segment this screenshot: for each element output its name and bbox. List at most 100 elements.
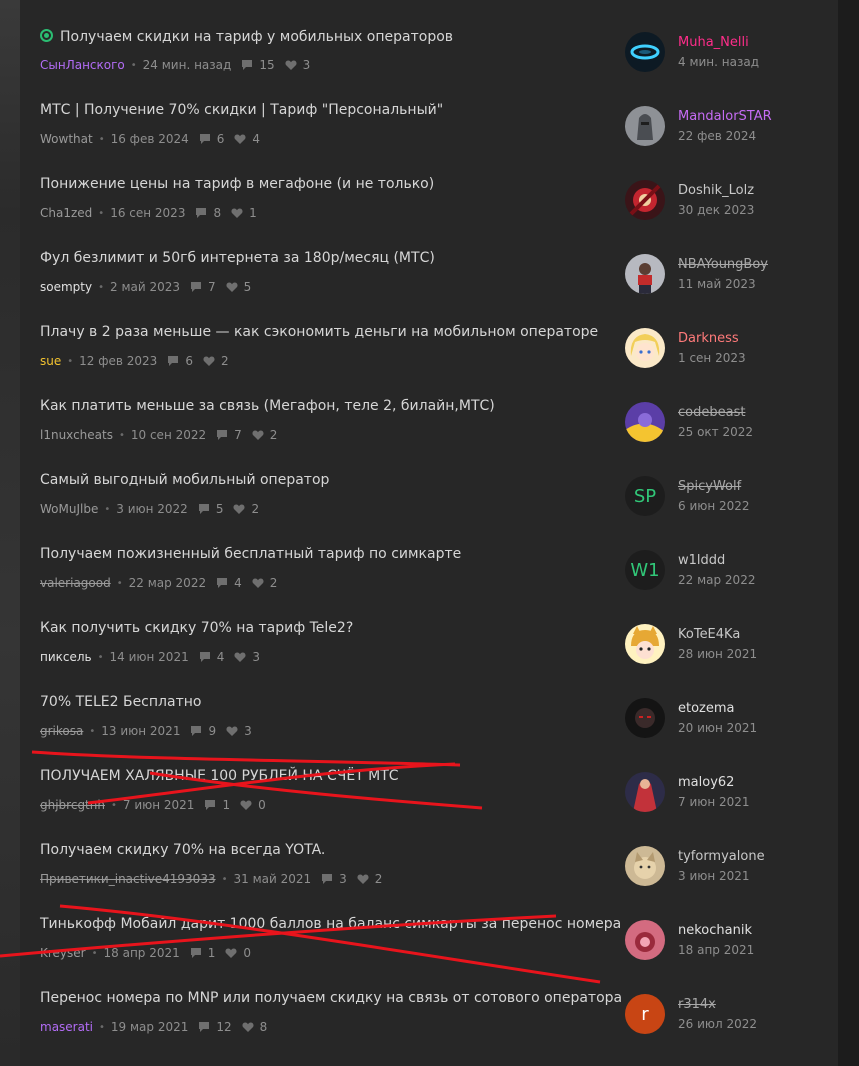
thread-date[interactable]: 7 июн 2021 xyxy=(123,798,195,812)
thread-author[interactable]: sue xyxy=(40,354,61,368)
thread-row[interactable]: ПОЛУЧАЕМ ХАЛЯВНЫЕ 100 РУБЛЕЙ НА СЧЁТ МТС… xyxy=(20,740,838,814)
last-poster-avatar[interactable]: SP xyxy=(625,476,665,516)
last-poster-avatar[interactable] xyxy=(625,180,665,220)
last-poster-avatar[interactable] xyxy=(625,772,665,812)
thread-title-text[interactable]: Тинькофф Мобайл дарит 1000 баллов на бал… xyxy=(40,916,621,932)
thread-row[interactable]: МТС | Получение 70% скидки | Тариф "Перс… xyxy=(20,74,838,148)
thread-row[interactable]: Получаем пожизненный бесплатный тариф по… xyxy=(20,518,838,592)
thread-title-text[interactable]: ПОЛУЧАЕМ ХАЛЯВНЫЕ 100 РУБЛЕЙ НА СЧЁТ МТС xyxy=(40,768,399,784)
thread-date[interactable]: 12 фев 2023 xyxy=(79,354,157,368)
last-poster-name[interactable]: Doshik_Lolz xyxy=(678,183,754,198)
thread-row[interactable]: Самый выгодный мобильный оператор WoMuJlb… xyxy=(20,444,838,518)
last-poster-avatar[interactable] xyxy=(625,32,665,72)
thread-title-text[interactable]: Плачу в 2 раза меньше — как сэкономить д… xyxy=(40,324,598,340)
thread-title[interactable]: Перенос номера по MNP или получаем скидк… xyxy=(40,990,622,1006)
last-post-date[interactable]: 6 июн 2022 xyxy=(678,499,750,513)
thread-author[interactable]: soempty xyxy=(40,280,92,294)
last-post-date[interactable]: 20 июн 2021 xyxy=(678,721,757,735)
last-post-date[interactable]: 3 июн 2021 xyxy=(678,869,750,883)
thread-title[interactable]: Как платить меньше за связь (Мегафон, те… xyxy=(40,398,495,414)
last-poster-avatar[interactable] xyxy=(625,328,665,368)
thread-author[interactable]: valeriagood xyxy=(40,576,111,590)
last-poster-avatar[interactable] xyxy=(625,920,665,960)
thread-date[interactable]: 2 май 2023 xyxy=(110,280,180,294)
thread-row[interactable]: Как платить меньше за связь (Мегафон, те… xyxy=(20,370,838,444)
thread-row[interactable]: 70% TELE2 Бесплатно grikosa • 13 июн 2021 9 3… xyxy=(20,666,838,740)
thread-title-text[interactable]: Перенос номера по MNP или получаем скидк… xyxy=(40,990,622,1006)
thread-title-text[interactable]: Самый выгодный мобильный оператор xyxy=(40,472,329,488)
thread-author[interactable]: l1nuxcheats xyxy=(40,428,113,442)
last-poster-name[interactable]: tyformyalone xyxy=(678,849,765,864)
last-poster-name[interactable]: NBAYoungBoy xyxy=(678,257,768,272)
last-poster-name[interactable]: nekochanik xyxy=(678,923,752,938)
thread-date[interactable]: 13 июн 2021 xyxy=(101,724,180,738)
last-post-date[interactable]: 22 мар 2022 xyxy=(678,573,755,587)
thread-author[interactable]: СынЛанского xyxy=(40,58,125,72)
last-post-date[interactable]: 1 сен 2023 xyxy=(678,351,746,365)
last-poster-name[interactable]: w1lddd xyxy=(678,553,725,568)
thread-title[interactable]: Получаем пожизненный бесплатный тариф по… xyxy=(40,546,461,562)
last-post-date[interactable]: 30 дек 2023 xyxy=(678,203,754,217)
last-poster-avatar[interactable] xyxy=(625,254,665,294)
thread-title[interactable]: Фул безлимит и 50гб интернета за 180р/ме… xyxy=(40,250,435,266)
last-post-date[interactable]: 26 июл 2022 xyxy=(678,1017,757,1031)
thread-author[interactable]: Cha1zed xyxy=(40,206,92,220)
thread-title-text[interactable]: Фул безлимит и 50гб интернета за 180р/ме… xyxy=(40,250,435,266)
last-poster-name[interactable]: etozema xyxy=(678,701,735,716)
last-poster-name[interactable]: codebeast xyxy=(678,405,745,420)
thread-date[interactable]: 22 мар 2022 xyxy=(129,576,206,590)
thread-title-text[interactable]: Получаем пожизненный бесплатный тариф по… xyxy=(40,546,461,562)
thread-author[interactable]: maserati xyxy=(40,1020,93,1034)
thread-title[interactable]: Самый выгодный мобильный оператор xyxy=(40,472,329,488)
last-poster-avatar[interactable]: W1 xyxy=(625,550,665,590)
thread-title-text[interactable]: Понижение цены на тариф в мегафоне (и не… xyxy=(40,176,434,192)
thread-row[interactable]: Перенос номера по MNP или получаем скидк… xyxy=(20,962,838,1036)
last-poster-avatar[interactable] xyxy=(625,106,665,146)
thread-author[interactable]: WoMuJlbe xyxy=(40,502,98,516)
thread-author[interactable]: ghjbrcgtnh xyxy=(40,798,105,812)
last-poster-name[interactable]: MandalorSTAR xyxy=(678,109,772,124)
thread-title-text[interactable]: МТС | Получение 70% скидки | Тариф "Перс… xyxy=(40,102,443,118)
thread-author[interactable]: grikosa xyxy=(40,724,83,738)
last-post-date[interactable]: 22 фев 2024 xyxy=(678,129,756,143)
thread-title[interactable]: Получаем скидку 70% на всегда YOTA. xyxy=(40,842,325,858)
thread-date[interactable]: 16 сен 2023 xyxy=(110,206,185,220)
thread-title-text[interactable]: Получаем скидки на тариф у мобильных опе… xyxy=(60,29,453,45)
last-poster-name[interactable]: SpicyWolf xyxy=(678,479,741,494)
thread-title[interactable]: Понижение цены на тариф в мегафоне (и не… xyxy=(40,176,434,192)
thread-row[interactable]: Фул безлимит и 50гб интернета за 180р/ме… xyxy=(20,222,838,296)
last-poster-name[interactable]: KoTeE4Ka xyxy=(678,627,740,642)
thread-date[interactable]: 3 июн 2022 xyxy=(116,502,188,516)
last-post-date[interactable]: 25 окт 2022 xyxy=(678,425,753,439)
last-poster-avatar[interactable] xyxy=(625,698,665,738)
thread-title[interactable]: Плачу в 2 раза меньше — как сэкономить д… xyxy=(40,324,598,340)
thread-title-text[interactable]: 70% TELE2 Бесплатно xyxy=(40,694,201,710)
thread-date[interactable]: 24 мин. назад xyxy=(143,58,232,72)
thread-title-text[interactable]: Как получить скидку 70% на тариф Tele2? xyxy=(40,620,353,636)
last-poster-name[interactable]: Muha_Nelli xyxy=(678,35,749,50)
thread-author[interactable]: пиксель xyxy=(40,650,92,664)
last-post-date[interactable]: 7 июн 2021 xyxy=(678,795,750,809)
last-poster-avatar[interactable]: r xyxy=(625,994,665,1034)
last-poster-avatar[interactable] xyxy=(625,402,665,442)
thread-author[interactable]: Wowthat xyxy=(40,132,93,146)
thread-row[interactable]: Плачу в 2 раза меньше — как сэкономить д… xyxy=(20,296,838,370)
last-post-date[interactable]: 28 июн 2021 xyxy=(678,647,757,661)
thread-row[interactable]: Как получить скидку 70% на тариф Tele2? п… xyxy=(20,592,838,666)
thread-title[interactable]: Тинькофф Мобайл дарит 1000 баллов на бал… xyxy=(40,916,621,932)
last-poster-name[interactable]: maloy62 xyxy=(678,775,734,790)
last-poster-avatar[interactable] xyxy=(625,624,665,664)
thread-author[interactable]: Kreyser xyxy=(40,946,86,960)
thread-title[interactable]: 70% TELE2 Бесплатно xyxy=(40,694,201,710)
thread-date[interactable]: 18 апр 2021 xyxy=(104,946,180,960)
last-poster-avatar[interactable] xyxy=(625,846,665,886)
last-poster-name[interactable]: r314x xyxy=(678,997,716,1012)
thread-date[interactable]: 10 сен 2022 xyxy=(131,428,206,442)
thread-date[interactable]: 19 мар 2021 xyxy=(111,1020,188,1034)
thread-title[interactable]: МТС | Получение 70% скидки | Тариф "Перс… xyxy=(40,102,443,118)
thread-row[interactable]: Понижение цены на тариф в мегафоне (и не… xyxy=(20,148,838,222)
last-post-date[interactable]: 4 мин. назад xyxy=(678,55,759,69)
thread-title[interactable]: ПОЛУЧАЕМ ХАЛЯВНЫЕ 100 РУБЛЕЙ НА СЧЁТ МТС xyxy=(40,768,399,784)
thread-date[interactable]: 31 май 2021 xyxy=(234,872,312,886)
thread-row[interactable]: Тинькофф Мобайл дарит 1000 баллов на бал… xyxy=(20,888,838,962)
